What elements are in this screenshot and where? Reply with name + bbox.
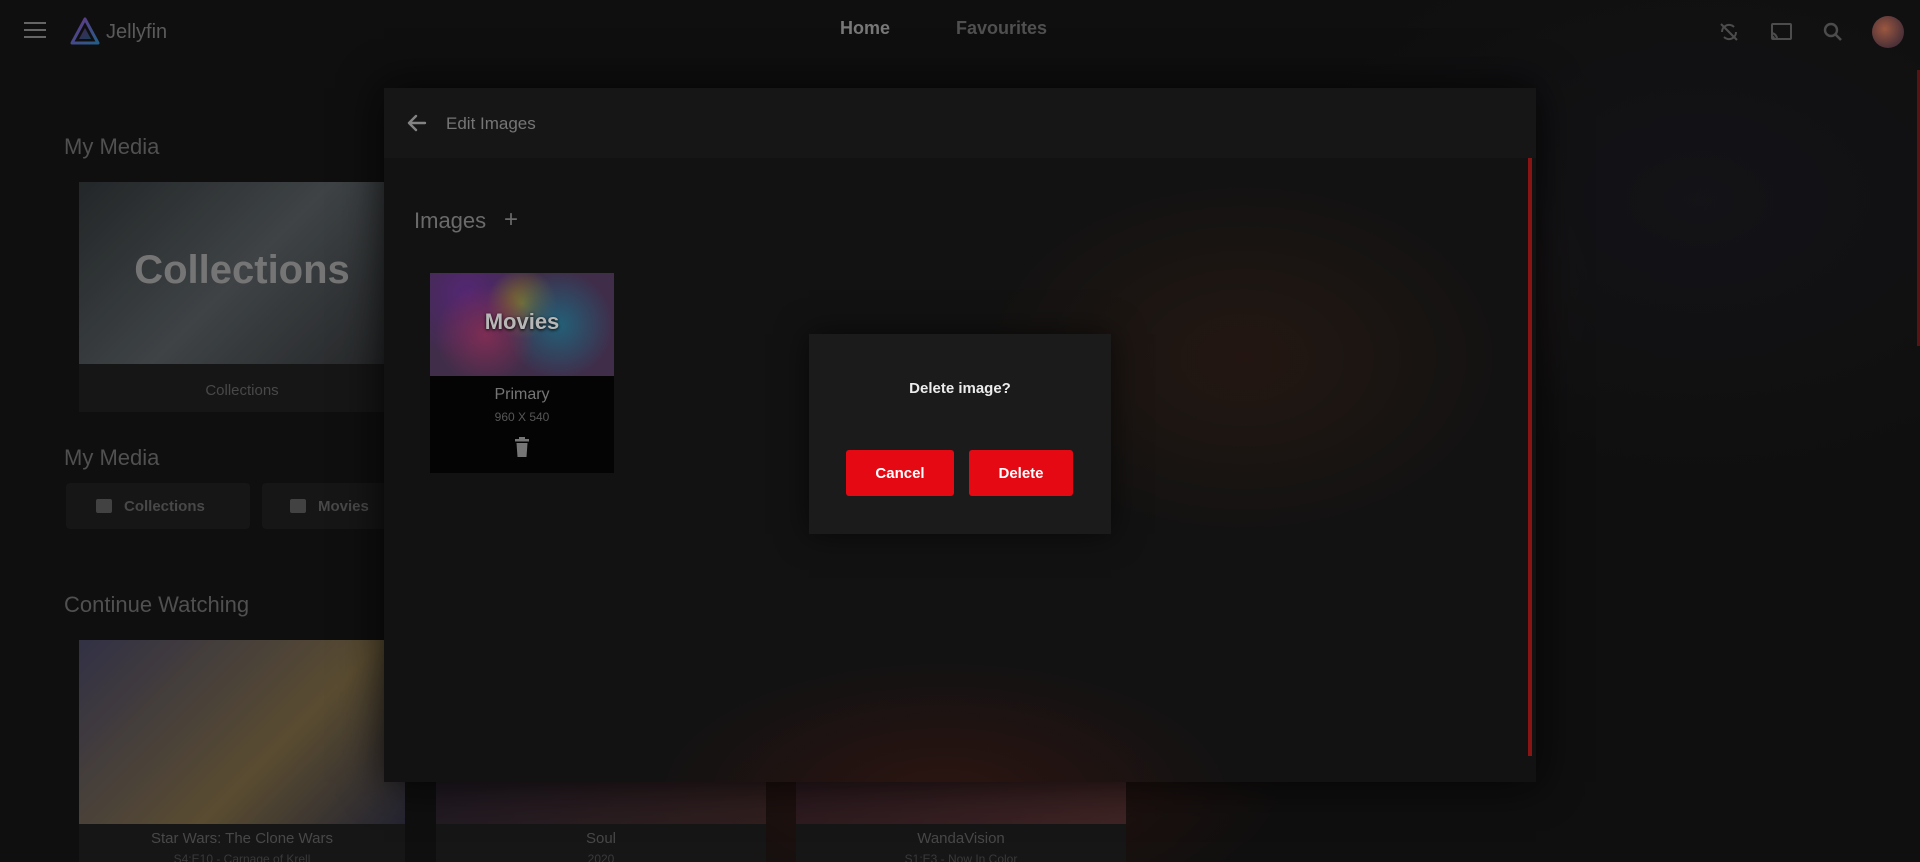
dialog-message: Delete image? <box>909 380 1011 397</box>
delete-confirm-dialog: Delete image? Cancel Delete <box>809 334 1111 534</box>
delete-button[interactable]: Delete <box>969 450 1073 496</box>
cancel-button[interactable]: Cancel <box>846 450 954 496</box>
